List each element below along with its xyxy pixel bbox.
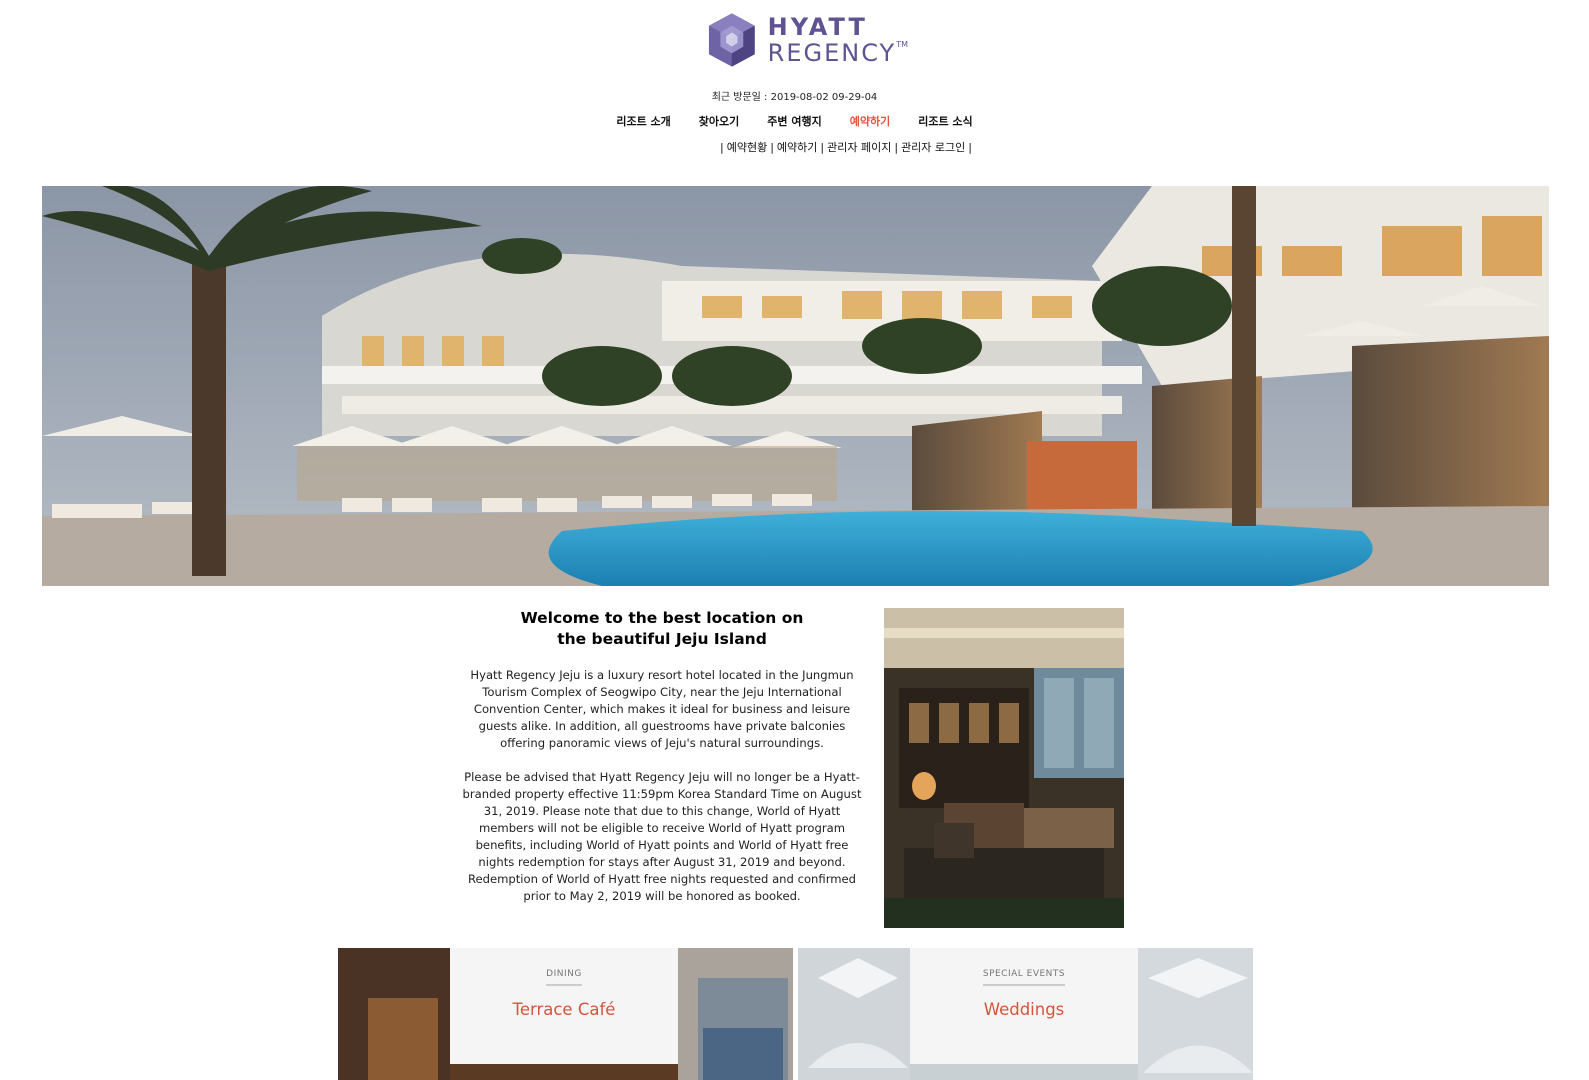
nav-item-resort-news[interactable]: 리조트 소식 <box>918 113 972 129</box>
sub-nav: | 예약현황 | 예약하기 | 관리자 페이지 | 관리자 로그인 | <box>720 139 972 155</box>
main-nav: 리조트 소개 찾아오기 주변 여행지 예약하기 리조트 소식 <box>0 113 1589 129</box>
weddings-card-category: SPECIAL EVENTS <box>982 969 1066 986</box>
dining-card-title[interactable]: Terrace Café <box>450 1000 678 1019</box>
sub-nav-separator: | <box>820 141 825 154</box>
weddings-card-label-box: SPECIAL EVENTS Weddings <box>910 948 1138 1064</box>
last-visit-text: 최근 방문일 : 2019-08-02 09-29-04 <box>711 92 878 103</box>
logo-line2: REGENCYTM <box>767 39 908 67</box>
hyatt-logo-icon <box>708 13 755 67</box>
sub-nav-separator: | <box>770 141 774 154</box>
lounge-interior-photo <box>884 608 1124 928</box>
trademark-mark: TM <box>896 40 908 49</box>
nav-item-reservation[interactable]: 예약하기 <box>850 113 890 129</box>
logo-line1: HYATT <box>767 13 868 41</box>
weddings-promo-card[interactable]: SPECIAL EVENTS Weddings <box>798 948 1253 1080</box>
hero-illustration <box>42 186 1549 586</box>
sub-nav-admin-page[interactable]: 관리자 페이지 <box>827 141 891 154</box>
lounge-illustration <box>884 608 1124 928</box>
logo-wordmark: HYATT REGENCYTM <box>768 15 908 65</box>
dining-card-category: DINING <box>546 969 582 986</box>
logo-line2-text: REGENCY <box>767 39 897 67</box>
sub-nav-make-reservation[interactable]: 예약하기 <box>777 141 817 154</box>
welcome-intro-paragraph: Hyatt Regency Jeju is a luxury resort ho… <box>470 668 854 750</box>
hero-resort-pool-image <box>42 186 1549 586</box>
welcome-section: Welcome to the best location on the beau… <box>462 608 862 905</box>
weddings-card-title[interactable]: Weddings <box>910 1000 1138 1019</box>
hyatt-regency-logo[interactable]: HYATT REGENCYTM <box>708 10 908 70</box>
sub-nav-reservation-status[interactable]: 예약현황 <box>727 141 767 154</box>
sub-nav-separator: | <box>894 141 899 154</box>
dining-promo-card[interactable]: DINING Terrace Café <box>338 948 793 1080</box>
nav-item-directions[interactable]: 찾아오기 <box>699 113 739 129</box>
welcome-title: Welcome to the best location on the beau… <box>520 609 804 648</box>
sub-nav-separator: | <box>720 141 724 154</box>
welcome-notice-paragraph: Please be advised that Hyatt Regency Jej… <box>462 770 862 903</box>
sub-nav-admin-login[interactable]: 관리자 로그인 <box>901 141 965 154</box>
nav-item-resort-intro[interactable]: 리조트 소개 <box>616 113 670 129</box>
nav-item-nearby-attractions[interactable]: 주변 여행지 <box>767 113 821 129</box>
sub-nav-separator: | <box>968 141 972 154</box>
dining-card-label-box: DINING Terrace Café <box>450 948 678 1064</box>
